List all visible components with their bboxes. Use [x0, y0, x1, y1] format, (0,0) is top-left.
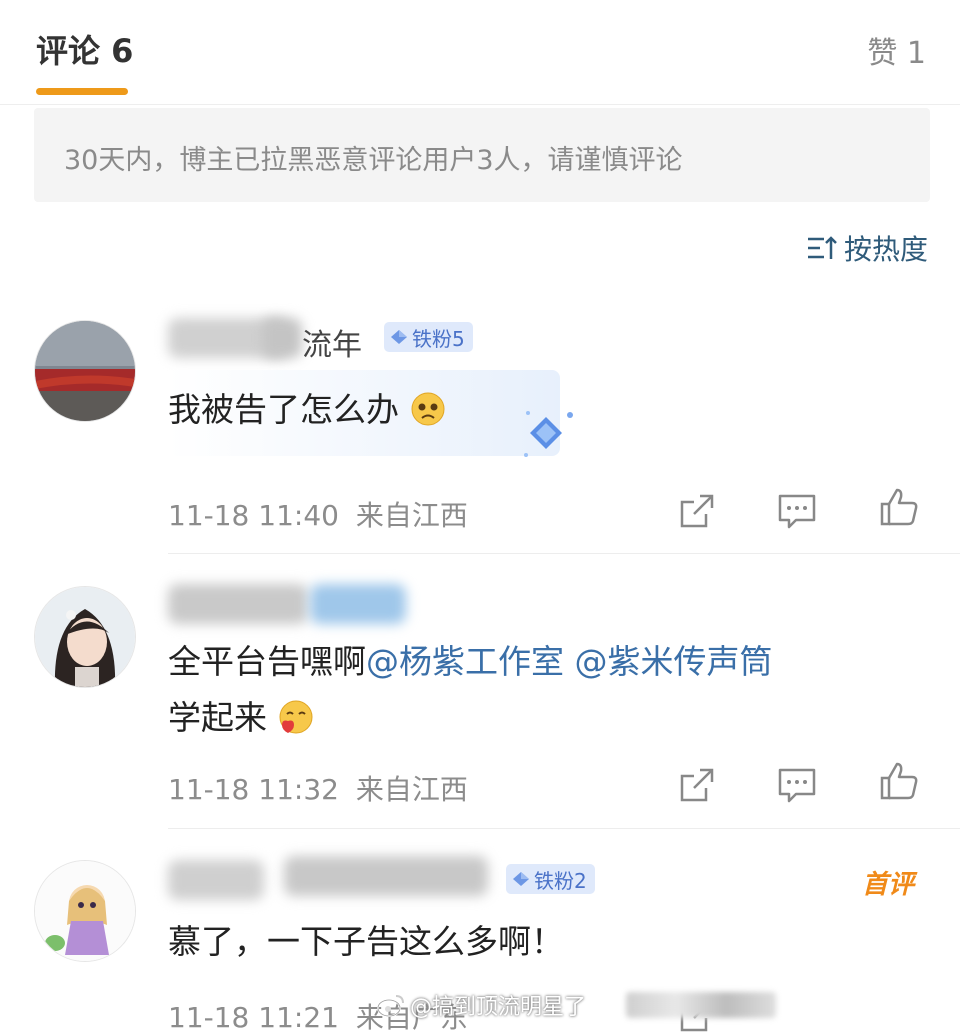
emoji-icon — [279, 700, 312, 734]
avatar[interactable] — [34, 860, 136, 962]
username-blurred[interactable] — [168, 584, 308, 624]
blacklist-notice: 30天内，博主已拉黑恶意评论用户3人，请谨慎评论 — [34, 108, 930, 202]
comment-tabs: 评论 6 赞 1 — [0, 0, 960, 105]
diamond-icon — [391, 330, 407, 344]
comment-time: 11-18 11:32 — [168, 773, 339, 806]
comment-text-body: 全平台告嘿啊 — [168, 642, 366, 681]
share-icon[interactable] — [676, 490, 718, 532]
avatar-image — [35, 861, 135, 961]
divider — [168, 828, 960, 829]
tab-active-indicator — [36, 88, 128, 95]
comment-location: 来自江西 — [355, 499, 468, 532]
username-blurred[interactable] — [168, 860, 264, 900]
username-blurred[interactable] — [310, 584, 406, 624]
comment-meta: 11-18 11:40 来自江西 — [168, 494, 468, 534]
sort-icon — [807, 236, 837, 259]
comment-icon[interactable] — [776, 490, 818, 532]
comment-icon[interactable] — [776, 764, 818, 806]
divider — [168, 553, 960, 554]
username[interactable]: 流年 — [302, 320, 362, 364]
weibo-icon — [377, 995, 404, 1017]
like-icon[interactable] — [878, 486, 920, 528]
diamond-icon — [513, 872, 529, 886]
avatar[interactable] — [34, 586, 136, 688]
badge-label: 铁粉5 — [412, 326, 465, 351]
sort-button[interactable]: 按热度 — [806, 228, 928, 268]
tab-likes[interactable]: 赞 1 — [867, 28, 926, 72]
watermark-text: @搞到顶流明星了 — [410, 995, 587, 1020]
first-comment-tag: 首评 — [861, 870, 914, 900]
badge-label: 铁粉2 — [534, 868, 587, 893]
blurred-overlay — [626, 992, 777, 1018]
comment-text-body: 学起来 — [168, 698, 267, 737]
username-blurred[interactable] — [284, 856, 488, 896]
comment-text: 慕了，一下子告这么多啊！ — [168, 914, 564, 970]
comment-time: 11-18 11:21 — [168, 1001, 339, 1034]
diamond-icon — [524, 411, 573, 457]
share-icon[interactable] — [676, 764, 718, 806]
comment-location: 来自江西 — [355, 773, 468, 806]
emoji-icon — [411, 392, 444, 426]
fan-badge[interactable]: 铁粉2 — [506, 864, 595, 894]
avatar[interactable] — [34, 320, 136, 422]
avatar-image — [35, 587, 135, 687]
comment-meta: 11-18 11:32 来自江西 — [168, 768, 468, 808]
sort-label: 按热度 — [843, 233, 928, 266]
mention-link[interactable]: @杨紫工作室 — [366, 642, 564, 681]
mention-link[interactable]: @紫米传声筒 — [575, 642, 773, 681]
watermark: @搞到顶流明星了 — [376, 986, 960, 1024]
comment-time: 11-18 11:40 — [168, 499, 339, 532]
fan-badge[interactable]: 铁粉5 — [384, 322, 473, 352]
username-blurred[interactable] — [262, 318, 302, 358]
like-icon[interactable] — [878, 760, 920, 802]
comment-text-body: 慕了，一下子告这么多啊！ — [168, 922, 564, 961]
comment-text: 全平台告嘿啊@杨紫工作室 @紫米传声筒 学起来 — [168, 634, 773, 746]
comment-text: 我被告了怎么办 — [168, 382, 446, 438]
notice-text: 30天内，博主已拉黑恶意评论用户3人，请谨慎评论 — [64, 145, 683, 176]
tab-comments[interactable]: 评论 6 — [36, 26, 133, 72]
avatar-image — [35, 321, 135, 421]
comment-text-body: 我被告了怎么办 — [168, 390, 399, 429]
